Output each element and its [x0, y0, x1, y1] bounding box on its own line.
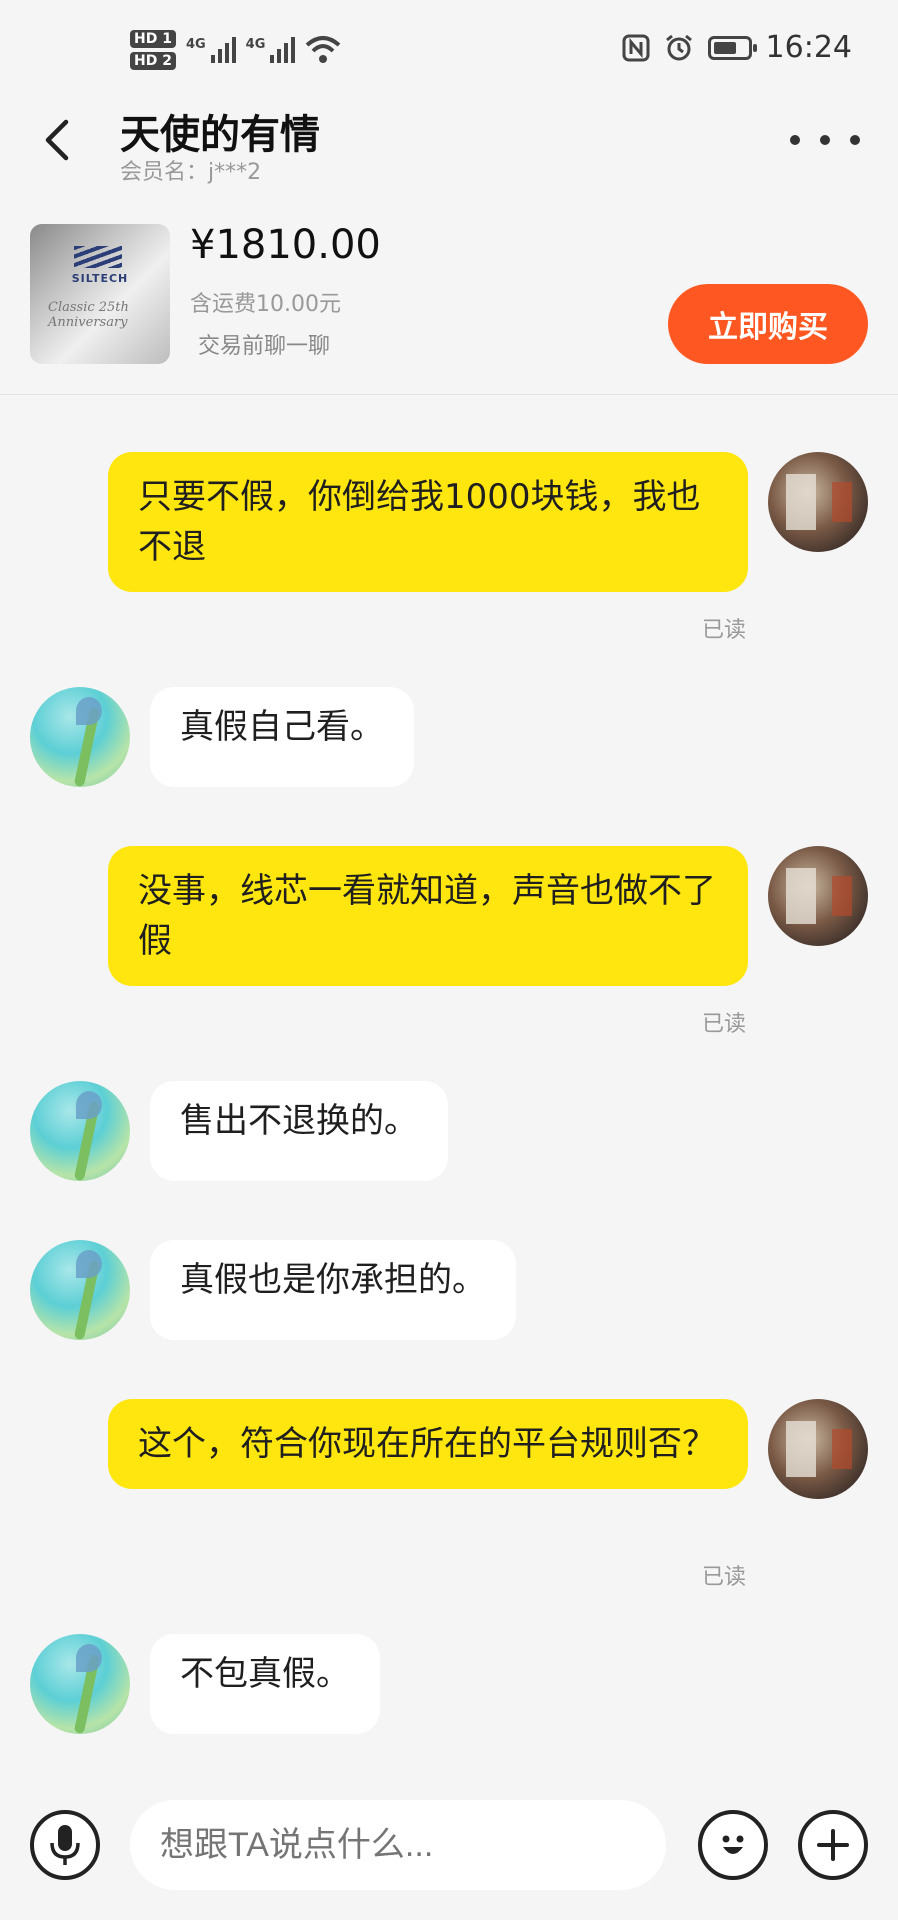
wifi-icon: [306, 36, 341, 63]
voice-button[interactable]: [30, 1810, 100, 1880]
input-bar: [0, 1790, 898, 1900]
product-card[interactable]: SILTECH Classic 25th Anniversary ¥1810.0…: [0, 210, 898, 395]
message-bubble-theirs: 不包真假。: [150, 1634, 380, 1734]
plus-icon: [817, 1829, 849, 1861]
read-receipt: 已读: [701, 1565, 746, 1590]
chat-hint: 交易前聊一聊: [198, 334, 331, 359]
seller-avatar[interactable]: [30, 1081, 130, 1181]
more-actions-button[interactable]: [798, 1810, 868, 1880]
buy-now-button[interactable]: 立即购买: [668, 284, 868, 364]
message-bubble-theirs: 真假自己看。: [150, 687, 414, 787]
thumb-brand-text: SILTECH: [71, 272, 129, 285]
page-title: 天使的有情: [120, 112, 320, 158]
message-bubble-theirs: 售出不退换的。: [150, 1081, 448, 1181]
back-button[interactable]: [30, 110, 90, 170]
signal-icon-2: 4G: [246, 37, 296, 63]
seller-avatar[interactable]: [30, 1240, 130, 1340]
message-bubble-mine: 这个，符合你现在所在的平台规则否？: [108, 1399, 748, 1489]
member-name: 会员名：j***2: [120, 160, 262, 185]
chevron-left-icon: [45, 119, 69, 161]
message-bubble-theirs: 真假也是你承担的。: [150, 1240, 516, 1340]
my-avatar[interactable]: [768, 846, 868, 946]
message-input[interactable]: [130, 1800, 666, 1890]
message-bubble-mine: 没事，线芯一看就知道，声音也做不了假: [108, 846, 748, 986]
seller-avatar[interactable]: [30, 687, 130, 787]
emoji-button[interactable]: [698, 1810, 768, 1880]
my-avatar[interactable]: [768, 452, 868, 552]
microphone-icon: [50, 1825, 80, 1865]
hd1-badge: HD 1: [130, 30, 176, 48]
status-left: HD 1 HD 2 4G 4G: [130, 22, 341, 78]
product-price: ¥1810.00: [190, 222, 381, 268]
read-receipt: 已读: [701, 1012, 746, 1037]
net-type-1: 4G: [185, 37, 206, 52]
sim-indicators: HD 1 HD 2: [130, 30, 176, 70]
battery-level: [713, 41, 737, 54]
my-avatar[interactable]: [768, 1399, 868, 1499]
status-right: 16:24: [622, 30, 852, 65]
chat-header: 天使的有情 会员名：j***2: [0, 100, 898, 190]
nfc-icon: [622, 34, 650, 61]
more-options-icon[interactable]: [790, 122, 860, 158]
product-thumbnail[interactable]: SILTECH Classic 25th Anniversary: [30, 224, 170, 364]
clock: 16:24: [765, 30, 852, 65]
read-receipt: 已读: [701, 618, 746, 643]
shipping-note: 含运费10.00元: [190, 292, 341, 317]
hd2-badge: HD 2: [130, 52, 176, 70]
status-bar: HD 1 HD 2 4G 4G 16:24: [0, 0, 898, 100]
battery-icon: [707, 35, 757, 60]
smiley-icon: [722, 1835, 744, 1854]
net-type-2: 4G: [245, 37, 266, 52]
message-bubble-mine: 只要不假，你倒给我1000块钱，我也不退: [108, 452, 748, 592]
seller-avatar[interactable]: [30, 1634, 130, 1734]
signal-icon-1: 4G: [186, 37, 236, 63]
brand-logo-icon: [74, 246, 122, 268]
alarm-icon: [665, 34, 692, 60]
thumb-script-text: Classic 25th Anniversary: [48, 300, 129, 330]
